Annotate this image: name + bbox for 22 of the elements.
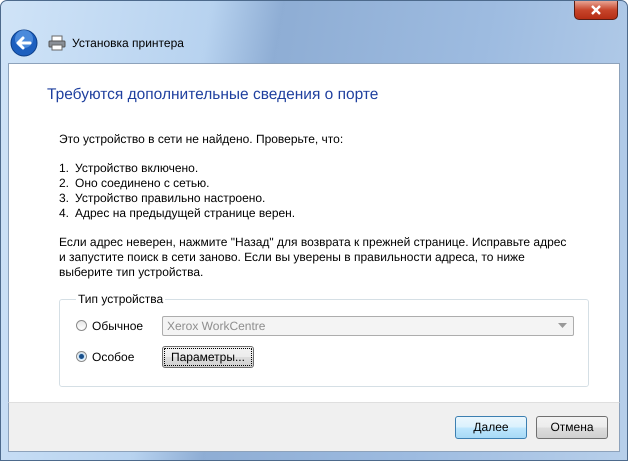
advice-text: Если адрес неверен, нажмите "Назад" для возврата к прежней странице. Исправьте адрес и запустите поиск в сети заново. Если вы уверены в правильности адреса, то ниже выберите тип устройства. xyxy=(59,235,568,280)
close-button[interactable] xyxy=(574,1,618,20)
list-item: Устройство правильно настроено. xyxy=(75,191,266,206)
list-item: Устройство включено. xyxy=(75,161,198,176)
back-button[interactable] xyxy=(10,29,38,57)
list-number: 3. xyxy=(59,191,70,206)
list-item: Адрес на предыдущей странице верен. xyxy=(75,206,296,221)
dialog-button[interactable]: Отмена xyxy=(536,416,608,438)
radio-option[interactable]: Особое xyxy=(76,350,162,364)
printer-icon xyxy=(48,35,66,51)
dropdown-caret-icon xyxy=(558,323,567,328)
close-icon xyxy=(590,5,602,15)
page-heading: Требуются дополнительные сведения о порте xyxy=(47,86,380,104)
list-number: 1. xyxy=(59,161,70,176)
list-number: 2. xyxy=(59,176,70,191)
dialog-button[interactable]: Далее xyxy=(455,416,527,438)
list-number: 4. xyxy=(59,206,70,221)
intro-text: Это устройство в сети не найдено. Проверьте, что: xyxy=(59,132,344,147)
group-legend: Тип устройства xyxy=(76,292,166,306)
list-item: Оно соединено с сетью. xyxy=(75,176,210,191)
window-title: Установка принтера xyxy=(72,36,184,50)
parameters-button[interactable]: Параметры... xyxy=(162,346,254,368)
